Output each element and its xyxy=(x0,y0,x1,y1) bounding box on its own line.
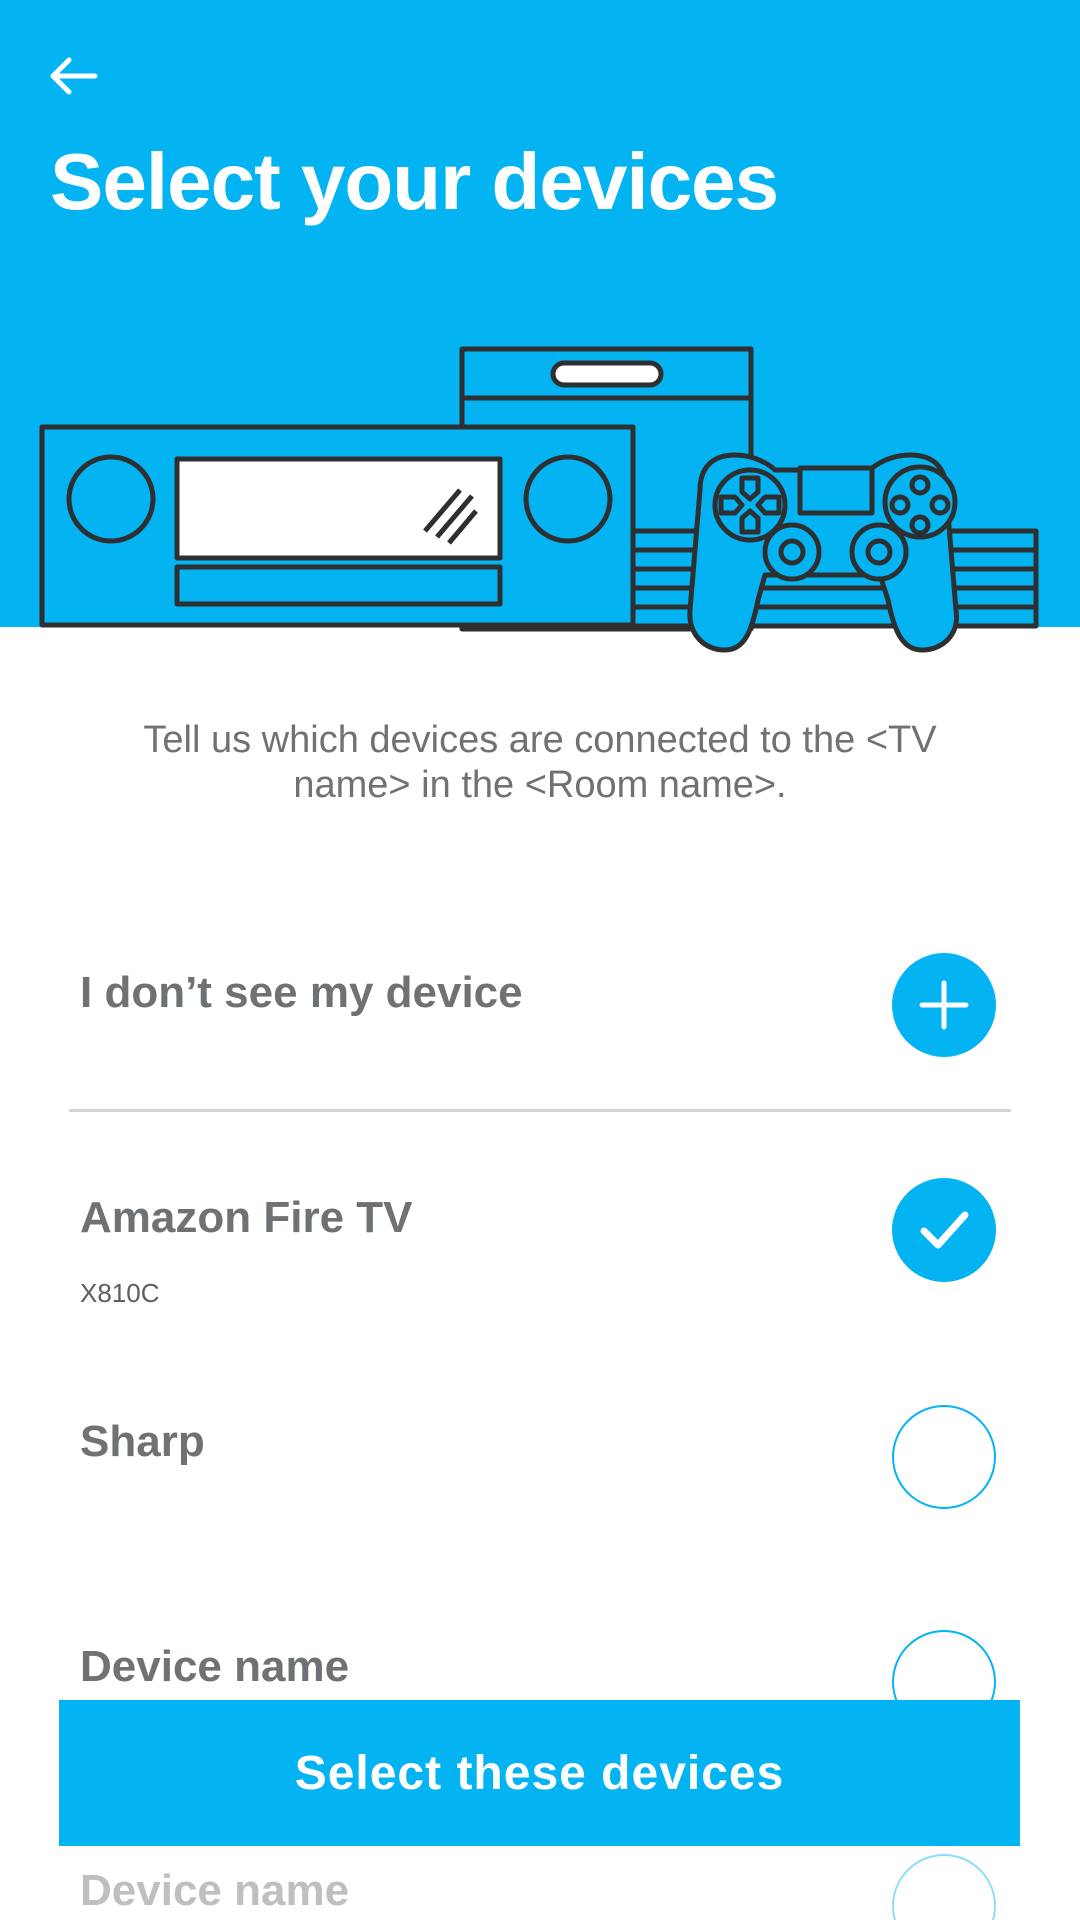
instructions-text: Tell us which devices are connected to t… xyxy=(143,719,937,806)
add-device-row[interactable]: I don’t see my device xyxy=(0,950,1080,1060)
device-name: Device name xyxy=(80,1866,350,1915)
device-row[interactable]: Device name xyxy=(0,1854,1080,1920)
device-name: Amazon Fire TV xyxy=(80,1193,413,1242)
device-row-sharp[interactable]: Sharp xyxy=(0,1405,1080,1515)
page-title: Select your devices xyxy=(50,137,779,226)
device-name: Sharp xyxy=(80,1417,205,1466)
select-devices-button[interactable]: Select these devices xyxy=(59,1700,1020,1846)
add-device-label: I don’t see my device xyxy=(80,968,523,1017)
divider xyxy=(69,1109,1011,1112)
device-checkbox-selected[interactable] xyxy=(892,1178,996,1282)
add-device-button[interactable] xyxy=(892,953,996,1057)
devices-illustration xyxy=(39,346,1039,653)
back-button[interactable] xyxy=(40,46,106,106)
device-checkbox[interactable] xyxy=(892,1405,996,1509)
device-model: X810C xyxy=(80,1278,160,1308)
device-checkbox[interactable] xyxy=(892,1854,996,1920)
checkmark-icon xyxy=(920,1211,969,1249)
arrow-left-icon xyxy=(50,57,98,95)
header-banner: Select your devices xyxy=(0,0,1080,653)
device-name: Device name xyxy=(80,1642,350,1691)
plus-icon xyxy=(919,980,969,1030)
device-row-amazon-fire-tv[interactable]: Amazon Fire TV X810C xyxy=(0,1175,1080,1325)
